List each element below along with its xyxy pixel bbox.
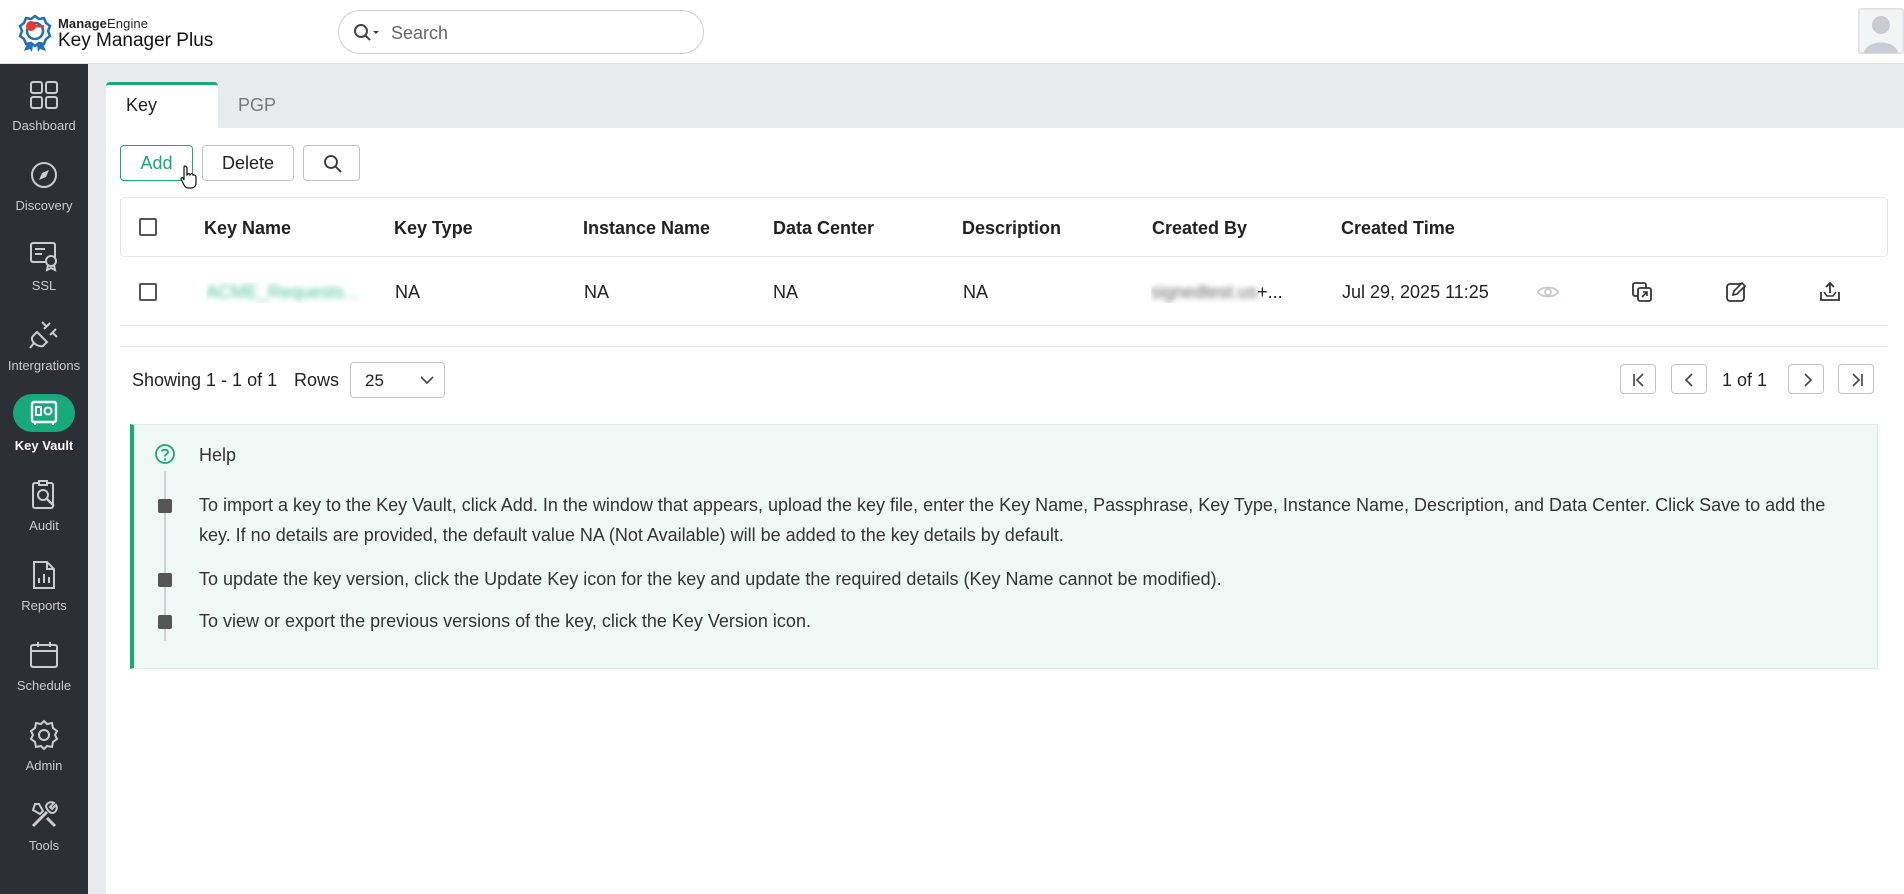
- sidebar-item-label: Audit: [29, 518, 59, 533]
- rows-per-page-select[interactable]: 25: [350, 362, 445, 398]
- app-logo[interactable]: ManageEngine Key Manager Plus: [18, 14, 218, 54]
- search-icon[interactable]: [353, 23, 383, 43]
- help-question-icon: [155, 444, 175, 464]
- hand-cursor-icon: [180, 165, 197, 189]
- sidebar-item-label: Admin: [25, 758, 63, 773]
- tab-key-vault[interactable]: Key Vault: [106, 82, 218, 155]
- created-by-cell: signedtest.us+...: [1151, 282, 1301, 303]
- sidebar-item-label: Discovery: [15, 198, 73, 213]
- table-search-button[interactable]: [303, 145, 360, 181]
- sidebar-item-reports[interactable]: Reports: [0, 544, 88, 624]
- table-row: ACME_Requests... NA NA NA NA signedtest.…: [120, 258, 1888, 326]
- tab-pgp-keys[interactable]: PGP Keys: [218, 82, 340, 161]
- created-by-suffix: +...: [1257, 282, 1283, 302]
- view-icon[interactable]: [1536, 280, 1560, 304]
- next-page-button[interactable]: [1788, 364, 1824, 394]
- help-bullet: [158, 615, 172, 629]
- key-version-icon[interactable]: [1630, 280, 1654, 304]
- sidebar-item-key-vault[interactable]: Key Vault: [0, 384, 88, 464]
- sidebar-item-tools[interactable]: Tools: [0, 784, 88, 864]
- search-input[interactable]: [389, 19, 683, 47]
- update-key-icon[interactable]: [1724, 280, 1748, 304]
- created-by-redacted: signedtest.us: [1151, 282, 1258, 302]
- vault-icon: [30, 400, 58, 425]
- dashboard-icon: [30, 81, 58, 109]
- table-divider: [120, 346, 1888, 347]
- key-name-text[interactable]: ACME_Requests...: [206, 282, 359, 302]
- table-header: Key Name Key Type Instance Name Data Cen…: [120, 197, 1888, 257]
- sidebar-item-audit[interactable]: Audit: [0, 464, 88, 544]
- column-header-created-by[interactable]: Created By: [1152, 218, 1247, 239]
- help-text: To update the key version, click the Upd…: [199, 569, 1222, 589]
- help-title: Help: [199, 445, 237, 465]
- delete-button[interactable]: Delete: [202, 145, 294, 181]
- help-text: To view or export the previous versions …: [199, 611, 811, 631]
- row-checkbox[interactable]: [139, 283, 157, 301]
- plug-icon: [29, 321, 58, 349]
- column-header-instance-name[interactable]: Instance Name: [583, 218, 710, 239]
- search-icon: [324, 155, 342, 173]
- sidebar-item-ssl[interactable]: SSL: [0, 224, 88, 304]
- previous-page-button[interactable]: [1671, 364, 1707, 394]
- instance-name-cell: NA: [584, 282, 610, 302]
- column-header-created-time[interactable]: Created Time: [1341, 218, 1455, 239]
- sidebar-item-schedule[interactable]: Schedule: [0, 624, 88, 704]
- page-indicator: 1 of 1: [1722, 370, 1768, 390]
- sidebar-item-integrations[interactable]: Intergrations: [0, 304, 88, 384]
- chevron-left-icon: [1684, 373, 1693, 387]
- compass-icon: [31, 162, 57, 188]
- brand-vendor: ManageEngine: [58, 16, 149, 31]
- tools-icon: [31, 801, 58, 828]
- sidebar-item-label: Reports: [21, 598, 67, 613]
- chevron-down-icon: [420, 376, 434, 385]
- rows-label: Rows: [294, 370, 340, 390]
- rows-per-page-value: 25: [365, 371, 384, 390]
- first-page-button[interactable]: [1620, 364, 1656, 394]
- export-icon[interactable]: [1818, 280, 1842, 304]
- sidebar: Dashboard Discovery SSL Intergrations Ke…: [0, 64, 88, 894]
- help-bullet: [158, 499, 172, 513]
- created-time-cell: Jul 29, 2025 11:25: [1342, 282, 1489, 302]
- key-type-cell: NA: [395, 282, 421, 302]
- sidebar-item-label: Intergrations: [7, 358, 81, 373]
- help-text: To import a key to the Key Vault, click …: [199, 495, 1826, 545]
- column-header-key-type[interactable]: Key Type: [394, 218, 473, 239]
- chevron-right-icon: [1804, 373, 1813, 387]
- sidebar-item-dashboard[interactable]: Dashboard: [0, 64, 88, 144]
- sidebar-item-label: Dashboard: [12, 118, 76, 133]
- column-header-description[interactable]: Description: [962, 218, 1061, 239]
- calendar-icon: [30, 642, 58, 668]
- sidebar-item-label: SSL: [31, 278, 57, 293]
- logo-badge-icon: [18, 14, 52, 52]
- record-count: Showing 1 - 1 of 1: [132, 370, 278, 390]
- column-header-key-name[interactable]: Key Name: [204, 218, 291, 239]
- sidebar-item-label: Schedule: [16, 678, 72, 693]
- certificate-icon: [30, 242, 57, 272]
- audit-icon: [32, 480, 55, 509]
- user-avatar[interactable]: [1858, 8, 1904, 54]
- avatar-icon: [1858, 8, 1904, 54]
- sidebar-item-label: Tools: [28, 838, 60, 853]
- last-page-button[interactable]: [1838, 364, 1874, 394]
- select-all-checkbox[interactable]: [139, 218, 157, 236]
- gear-icon: [29, 719, 59, 751]
- global-search[interactable]: [338, 10, 704, 54]
- first-page-icon: [1633, 373, 1644, 387]
- help-panel: Help To import a key to the Key Vault, c…: [130, 424, 1878, 669]
- description-cell: NA: [963, 282, 989, 302]
- data-center-cell: NA: [773, 282, 799, 302]
- brand-product: Key Manager Plus: [58, 30, 214, 51]
- column-header-data-center[interactable]: Data Center: [773, 218, 874, 239]
- sidebar-item-label: Key Vault: [14, 438, 74, 453]
- sidebar-item-admin[interactable]: Admin: [0, 704, 88, 784]
- sidebar-item-discovery[interactable]: Discovery: [0, 144, 88, 224]
- top-bar: ManageEngine Key Manager Plus: [0, 0, 1904, 64]
- last-page-icon: [1852, 373, 1863, 387]
- reports-icon: [33, 561, 55, 589]
- key-name-link[interactable]: ACME_Requests...: [206, 282, 366, 303]
- help-bullet: [158, 573, 172, 587]
